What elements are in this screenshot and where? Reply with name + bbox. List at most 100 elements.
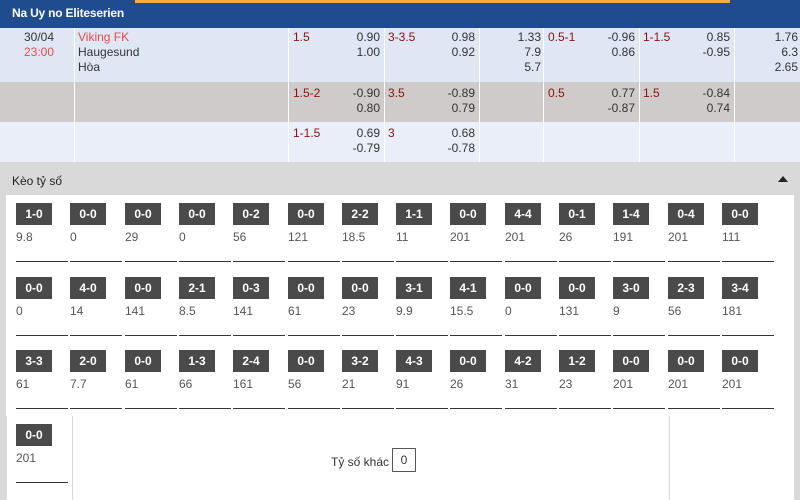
score-cell[interactable]: 4-1 15.5	[450, 277, 502, 343]
home-team[interactable]: Viking FK	[78, 30, 139, 45]
ah-cell[interactable]: 1.5-2 -0.90 0.80	[289, 82, 385, 122]
ah-home-odds[interactable]: 0.69	[357, 126, 380, 141]
score-odds[interactable]: 31	[505, 377, 518, 391]
ah-cell[interactable]: 1-1.5 0.69 -0.79	[289, 122, 385, 162]
h1-ou-under-odds[interactable]: -0.95	[703, 45, 730, 60]
ou-under-odds[interactable]: -0.78	[448, 141, 475, 156]
score-cell[interactable]: 4-0 14	[70, 277, 122, 343]
ah-home-odds[interactable]: 0.90	[357, 30, 380, 45]
score-odds[interactable]: 26	[559, 230, 572, 244]
score-cell[interactable]: 0-0 201	[16, 424, 68, 490]
score-cell[interactable]: 0-0 0	[16, 277, 68, 343]
score-cell[interactable]: 3-4 181	[722, 277, 774, 343]
ah-away-odds[interactable]: 1.00	[357, 45, 380, 60]
score-odds[interactable]: 0	[16, 304, 23, 318]
ah-home-odds[interactable]: -0.90	[353, 86, 380, 101]
ou-cell[interactable]: 3 0.68 -0.78	[385, 122, 480, 162]
score-cell[interactable]: 2-2 18.5	[342, 203, 394, 269]
score-cell[interactable]: 1-3 66	[179, 350, 231, 416]
h1-ou-cell[interactable]: 1.5 -0.84 0.74	[640, 82, 735, 122]
score-cell[interactable]: 1-0 9.8	[16, 203, 68, 269]
ah-away-odds[interactable]: -0.79	[353, 141, 380, 156]
score-cell[interactable]: 0-2 56	[233, 203, 285, 269]
score-cell[interactable]: 2-0 7.7	[70, 350, 122, 416]
ou-under-odds[interactable]: 0.79	[452, 101, 475, 116]
score-odds[interactable]: 9.9	[396, 304, 413, 318]
score-cell[interactable]: 4-2 31	[505, 350, 557, 416]
score-cell[interactable]: 0-0 61	[125, 350, 177, 416]
score-cell[interactable]: 2-1 8.5	[179, 277, 231, 343]
score-cell[interactable]: 0-0 23	[342, 277, 394, 343]
score-odds[interactable]: 201	[16, 451, 36, 465]
score-odds[interactable]: 141	[233, 304, 253, 318]
score-cell[interactable]: 3-1 9.9	[396, 277, 448, 343]
score-odds[interactable]: 61	[125, 377, 138, 391]
score-cell[interactable]: 1-1 11	[396, 203, 448, 269]
ou-cell[interactable]: 3.5 -0.89 0.79	[385, 82, 480, 122]
score-cell[interactable]: 0-0 201	[450, 203, 502, 269]
score-cell[interactable]: 4-4 201	[505, 203, 557, 269]
score-cell[interactable]: 0-0 201	[668, 350, 720, 416]
score-odds[interactable]: 29	[125, 230, 138, 244]
score-odds[interactable]: 201	[505, 230, 525, 244]
score-cell[interactable]: 0-0 201	[613, 350, 665, 416]
score-odds[interactable]: 56	[288, 377, 301, 391]
score-cell[interactable]: 0-0 111	[722, 203, 774, 269]
h1-x12-cell[interactable]: 1.76 6.3 2.65	[735, 28, 800, 82]
h1-ou-cell[interactable]: 1-1.5 0.85 -0.95	[640, 28, 735, 82]
score-odds[interactable]: 201	[613, 377, 633, 391]
score-odds[interactable]: 61	[288, 304, 301, 318]
score-odds[interactable]: 9.8	[16, 230, 33, 244]
h1-ah-cell[interactable]: 0.5 0.77 -0.87	[544, 82, 640, 122]
score-cell[interactable]: 0-0 141	[125, 277, 177, 343]
ou-over-odds[interactable]: -0.89	[448, 86, 475, 101]
score-odds[interactable]: 201	[722, 377, 742, 391]
x12-away-odds[interactable]: 7.9	[524, 45, 541, 60]
score-odds[interactable]: 15.5	[450, 304, 473, 318]
score-cell[interactable]: 0-3 141	[233, 277, 285, 343]
match-teams-cell[interactable]: Viking FK Haugesund Hòa	[75, 28, 289, 82]
score-cell[interactable]: 1-2 23	[559, 350, 611, 416]
h1-x12-home-odds[interactable]: 1.76	[775, 30, 798, 45]
score-odds[interactable]: 201	[450, 230, 470, 244]
score-odds[interactable]: 56	[233, 230, 246, 244]
h1-ah-home-odds[interactable]: -0.96	[608, 30, 635, 45]
x12-draw-odds[interactable]: 5.7	[524, 60, 541, 75]
x12-cell[interactable]: 1.33 7.9 5.7	[480, 28, 544, 82]
score-cell[interactable]: 0-0 56	[288, 350, 340, 416]
score-cell[interactable]: 0-0 121	[288, 203, 340, 269]
score-odds[interactable]: 191	[613, 230, 633, 244]
score-odds[interactable]: 8.5	[179, 304, 196, 318]
away-team[interactable]: Haugesund	[78, 45, 139, 60]
score-cell[interactable]: 3-3 61	[16, 350, 68, 416]
h1-ou-over-odds[interactable]: -0.84	[703, 86, 730, 101]
score-odds[interactable]: 18.5	[342, 230, 365, 244]
score-cell[interactable]: 1-4 191	[613, 203, 665, 269]
h1-ou-under-odds[interactable]: 0.74	[707, 101, 730, 116]
score-cell[interactable]: 0-0 131	[559, 277, 611, 343]
ou-over-odds[interactable]: 0.68	[452, 126, 475, 141]
score-odds[interactable]: 0	[179, 230, 186, 244]
score-cell[interactable]: 3-2 21	[342, 350, 394, 416]
score-cell[interactable]: 0-1 26	[559, 203, 611, 269]
score-odds[interactable]: 131	[559, 304, 579, 318]
collapse-arrow-icon[interactable]	[778, 176, 788, 182]
score-odds[interactable]: 61	[16, 377, 29, 391]
score-odds[interactable]: 7.7	[70, 377, 87, 391]
score-odds[interactable]: 141	[125, 304, 145, 318]
score-odds[interactable]: 161	[233, 377, 253, 391]
h1-ah-home-odds[interactable]: 0.77	[612, 86, 635, 101]
x12-home-odds[interactable]: 1.33	[518, 30, 541, 45]
score-odds[interactable]: 23	[559, 377, 572, 391]
score-odds[interactable]: 66	[179, 377, 192, 391]
ou-under-odds[interactable]: 0.92	[452, 45, 475, 60]
score-odds[interactable]: 9	[613, 304, 620, 318]
score-odds[interactable]: 0	[505, 304, 512, 318]
ah-cell[interactable]: 1.5 0.90 1.00	[289, 28, 385, 82]
score-cell[interactable]: 2-4 161	[233, 350, 285, 416]
score-odds[interactable]: 121	[288, 230, 308, 244]
score-odds[interactable]: 23	[342, 304, 355, 318]
h1-ou-over-odds[interactable]: 0.85	[707, 30, 730, 45]
score-odds[interactable]: 111	[722, 230, 740, 244]
score-odds[interactable]: 21	[342, 377, 355, 391]
